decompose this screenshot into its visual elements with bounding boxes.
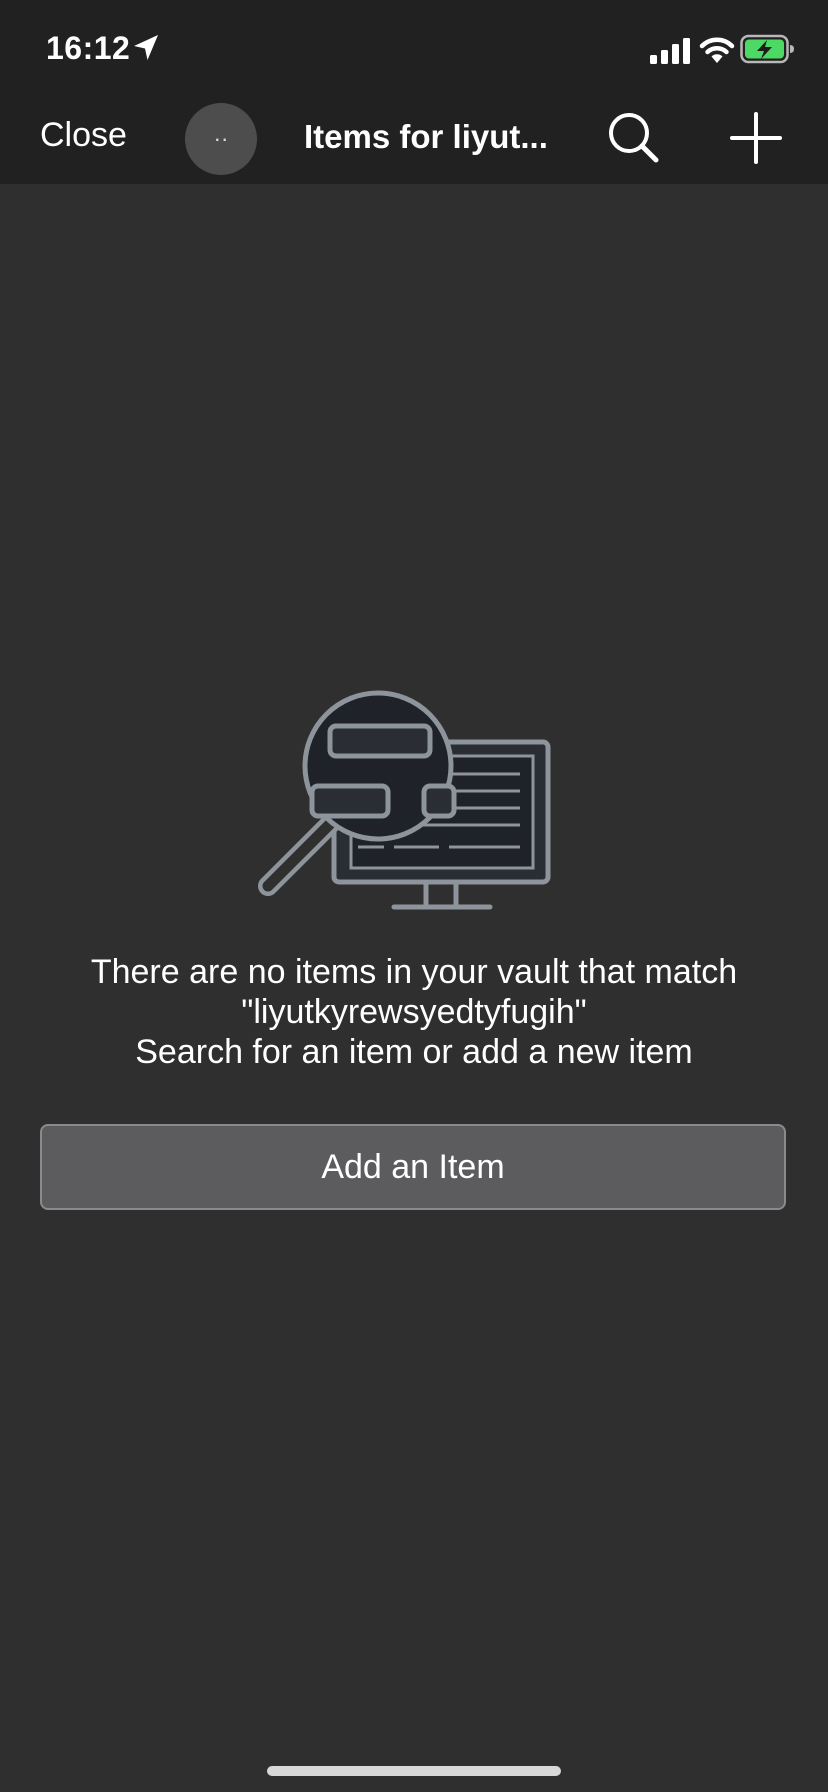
close-button[interactable]: Close bbox=[40, 116, 127, 155]
magnifier-over-monitor-illustration bbox=[258, 690, 551, 910]
account-avatar[interactable]: ·· bbox=[185, 103, 257, 175]
location-arrow-icon bbox=[134, 35, 158, 60]
status-bar: 16:12 bbox=[0, 0, 828, 92]
status-time: 16:12 bbox=[46, 30, 131, 66]
home-indicator bbox=[267, 1766, 561, 1776]
empty-state-message: There are no items in your vault that ma… bbox=[40, 952, 788, 1072]
nav-bar: Close ·· Items for liyut... bbox=[0, 92, 828, 184]
search-icon[interactable] bbox=[604, 108, 664, 168]
battery-charging-icon bbox=[740, 34, 794, 64]
empty-message-line: There are no items in your vault that ma… bbox=[90, 953, 738, 991]
page-title: Items for liyut... bbox=[304, 118, 548, 155]
screen: 16:12 Close ·· Items for liyut... There … bbox=[0, 0, 828, 1792]
plus-icon[interactable] bbox=[728, 110, 784, 166]
add-item-button[interactable]: Add an Item bbox=[40, 1124, 786, 1210]
cellular-signal-icon bbox=[650, 38, 690, 64]
empty-message-query: "liyutkyrewsyedtyfugih" bbox=[241, 993, 587, 1031]
wifi-icon bbox=[699, 37, 735, 63]
empty-message-hint: Search for an item or add a new item bbox=[135, 1033, 693, 1071]
